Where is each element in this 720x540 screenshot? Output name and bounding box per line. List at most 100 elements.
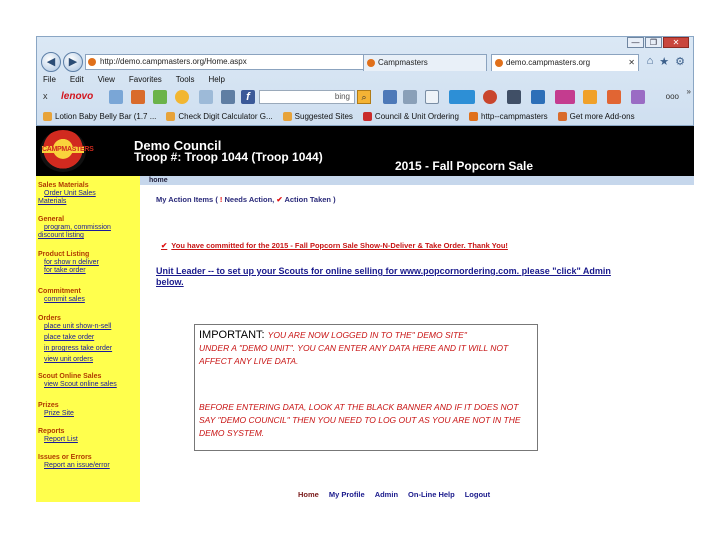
sidebar-section-reports: Reports Report List xyxy=(38,428,78,444)
games-icon[interactable] xyxy=(153,90,167,104)
home-icon[interactable]: ⌂ xyxy=(647,55,654,68)
bing-search-input[interactable]: bing xyxy=(259,90,355,104)
sidebar-section-general: General program, commission discount lis… xyxy=(38,216,111,240)
music-icon[interactable] xyxy=(221,90,235,104)
sidebar-section-issues: Issues or Errors Report an issue/error xyxy=(38,454,110,470)
weather-sun-icon[interactable] xyxy=(175,90,189,104)
restore-button[interactable]: ❐ xyxy=(645,37,662,48)
bookmark-icon[interactable] xyxy=(403,90,417,104)
tag-icon[interactable] xyxy=(583,90,597,104)
facebook-icon[interactable]: f xyxy=(241,90,255,104)
tab-demo-campmasters[interactable]: demo.campmasters.org ✕ xyxy=(491,54,639,71)
bing-label: bing xyxy=(334,92,350,101)
favorite-suggested-sites[interactable]: Suggested Sites xyxy=(282,107,353,126)
sidebar-link-program[interactable]: program, commission xyxy=(38,224,111,232)
sidebar-section-scout-online-sales: Scout Online Sales view Scout online sal… xyxy=(38,373,117,389)
favorite-icon xyxy=(362,112,372,121)
forward-icon[interactable]: ▶ xyxy=(63,52,83,72)
sidebar-link-take-order[interactable]: for take order xyxy=(38,267,99,275)
tab-campmasters[interactable]: Campmasters xyxy=(363,54,487,71)
msn-icon[interactable] xyxy=(449,90,475,104)
section-title: Prizes xyxy=(38,402,59,409)
footer-link-my-profile[interactable]: My Profile xyxy=(329,490,365,499)
unit-leader-link[interactable]: Unit Leader -- to set up your Scouts for… xyxy=(156,266,640,288)
more-icon[interactable]: ooo xyxy=(666,92,679,101)
mail-icon[interactable] xyxy=(199,90,213,104)
sidebar-link-commit-sales[interactable]: commit sales xyxy=(38,296,85,304)
section-title: Reports xyxy=(38,428,65,435)
photos-icon[interactable] xyxy=(555,90,575,104)
menu-file[interactable]: File xyxy=(43,73,56,87)
sidebar-link-place-take-order[interactable]: place take order xyxy=(38,334,112,342)
footer-link-online-help[interactable]: On-Line Help xyxy=(408,490,455,499)
notice-heading: IMPORTANT: YOU ARE NOW LOGGED IN TO THE"… xyxy=(199,329,533,341)
needs-action-label: Needs Action, xyxy=(224,195,275,204)
chevron-icon[interactable]: » xyxy=(687,87,691,96)
footer-link-logout[interactable]: Logout xyxy=(465,490,490,499)
news-icon[interactable] xyxy=(131,90,145,104)
tab-close-icon[interactable]: ✕ xyxy=(628,55,635,70)
logo-text: CAMPMASTERS xyxy=(42,146,94,153)
favorite-check-digit[interactable]: Check Digit Calculator G... xyxy=(166,107,273,126)
sidebar-link-view-scout-online-sales[interactable]: view Scout online sales xyxy=(38,381,117,389)
lenovo-logo[interactable]: lenovo xyxy=(61,91,93,102)
troop-name: Troop #: Troop 1044 (Troop 1044) xyxy=(134,150,323,164)
back-icon[interactable]: ◀ xyxy=(41,52,61,72)
menu-view[interactable]: View xyxy=(98,73,115,87)
like-icon[interactable] xyxy=(383,90,397,104)
video-icon[interactable] xyxy=(507,90,521,104)
address-bar[interactable]: http://demo.campmasters.org/Home.aspx ▾ … xyxy=(85,54,397,70)
notice-line1: YOU ARE NOW LOGGED IN TO THE" DEMO SITE" xyxy=(267,330,467,340)
favorite-council-ordering[interactable]: Council & Unit Ordering xyxy=(362,107,459,126)
sidebar-link-show-n-deliver[interactable]: for show n deliver xyxy=(38,259,99,267)
sidebar-section-commitment: Commitment commit sales xyxy=(38,288,85,304)
important-notice: IMPORTANT: YOU ARE NOW LOGGED IN TO THE"… xyxy=(194,324,538,451)
favorite-campmasters[interactable]: http--campmasters xyxy=(468,107,548,126)
menu-edit[interactable]: Edit xyxy=(70,73,84,87)
sidebar-link-materials[interactable]: Materials xyxy=(38,198,96,206)
action-items-label: My Action Items ( xyxy=(156,195,218,204)
document-icon[interactable] xyxy=(425,90,439,104)
sidebar-link-discount[interactable]: discount listing xyxy=(38,232,111,240)
section-title: Scout Online Sales xyxy=(38,373,102,380)
menu-favorites[interactable]: Favorites xyxy=(129,73,162,87)
tab-home[interactable]: home xyxy=(149,176,168,185)
address-url: http://demo.campmasters.org/Home.aspx xyxy=(100,57,247,66)
browser-icons: ⌂ ★ ⚙ xyxy=(647,55,685,68)
sidebar-section-prizes: Prizes Prize Site xyxy=(38,402,74,418)
favorite-addons[interactable]: Get more Add-ons xyxy=(557,107,635,126)
sidebar-link-report-list[interactable]: Report List xyxy=(38,436,78,444)
favorites-star-icon[interactable]: ★ xyxy=(659,55,669,68)
footer-link-home[interactable]: Home xyxy=(298,490,319,499)
footer-link-admin[interactable]: Admin xyxy=(375,490,398,499)
search-icon[interactable]: ⌕ xyxy=(357,90,371,104)
travel-icon[interactable] xyxy=(607,90,621,104)
section-title: General xyxy=(38,216,65,223)
close-window-button[interactable]: ✕ xyxy=(663,37,689,48)
gift-icon[interactable] xyxy=(631,90,645,104)
favorite-lotion[interactable]: Lotion Baby Belly Bar (1.7 ... xyxy=(43,107,156,126)
sidebar-link-order-unit-sales[interactable]: Order Unit Sales xyxy=(38,190,96,198)
lenovo-toolbar: x lenovo f bing ⌕ ooo xyxy=(37,87,693,107)
shopping-icon[interactable] xyxy=(109,90,123,104)
sidebar-section-sales-materials: Sales Materials Order Unit Sales Materia… xyxy=(38,182,96,206)
sidebar-section-orders: Orders place unit show-n-sell place take… xyxy=(38,315,112,364)
sidebar-link-in-progress[interactable]: in progress take order xyxy=(38,345,112,353)
check-icon: ✔ xyxy=(161,241,168,250)
sidebar-link-prize-site[interactable]: Prize Site xyxy=(38,410,74,418)
mail-circle-icon[interactable] xyxy=(483,90,497,104)
social-icon[interactable] xyxy=(531,90,545,104)
sidebar-link-view-unit-orders[interactable]: view unit orders xyxy=(38,356,112,364)
home-tab-bar: home xyxy=(140,176,694,185)
menu-help[interactable]: Help xyxy=(208,73,224,87)
notice-paragraph-2: BEFORE ENTERING DATA, LOOK AT THE BLACK … xyxy=(199,402,521,438)
sidebar-section-product-listing: Product Listing for show n deliver for t… xyxy=(38,251,99,275)
section-title: Orders xyxy=(38,315,61,322)
minimize-button[interactable]: — xyxy=(627,37,644,48)
settings-gear-icon[interactable]: ⚙ xyxy=(675,55,685,68)
sidebar-link-report-issue[interactable]: Report an issue/error xyxy=(38,462,110,470)
toolbar-close-icon[interactable]: x xyxy=(43,91,48,101)
menu-tools[interactable]: Tools xyxy=(176,73,195,87)
committed-message[interactable]: ✔ You have committed for the 2015 - Fall … xyxy=(161,241,508,250)
sidebar-link-place-show-n-sell[interactable]: place unit show-n-sell xyxy=(38,323,112,331)
